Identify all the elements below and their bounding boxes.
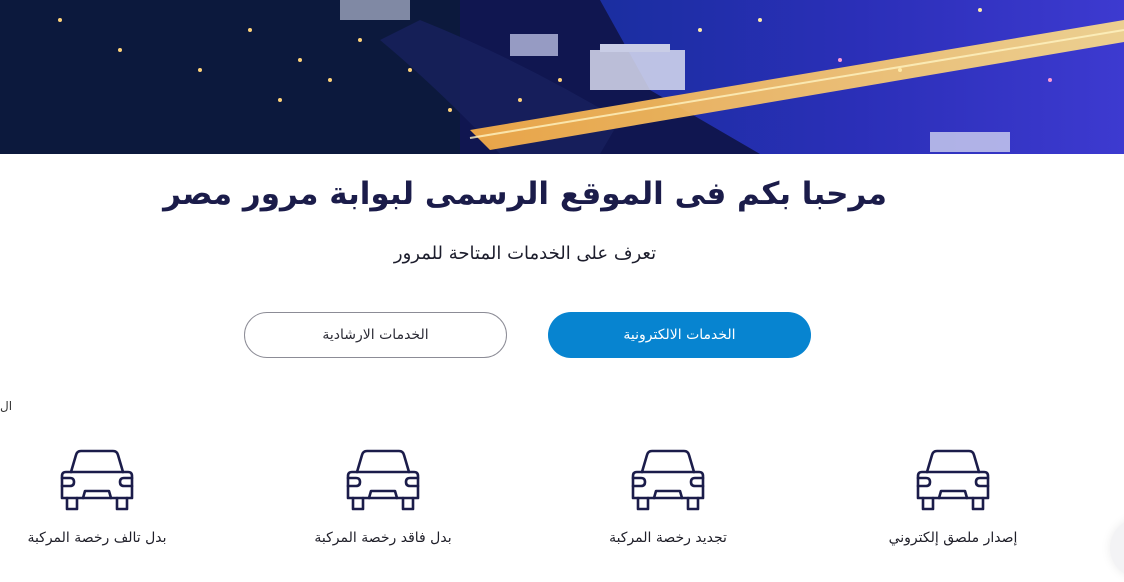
service-label: بدل فاقد رخصة المركبة (314, 530, 452, 546)
service-label: بدل تالف رخصة المركبة (27, 530, 167, 546)
tab-electronic-services[interactable]: الخدمات الالكترونية (548, 312, 811, 358)
car-icon (631, 449, 705, 511)
service-card-renew-vehicle-license[interactable]: تجديد رخصة المركبة (558, 448, 778, 560)
chat-widget-button[interactable] (1110, 518, 1124, 578)
car-icon (916, 449, 990, 511)
service-card-lost-vehicle-license[interactable]: بدل فاقد رخصة المركبة (273, 448, 493, 560)
service-card-electronic-sticker[interactable]: إصدار ملصق إلكتروني (843, 448, 1063, 560)
car-icon (60, 449, 134, 511)
hero-banner-image (0, 0, 1124, 154)
tab-guidance-services[interactable]: الخدمات الارشادية (244, 312, 507, 358)
page-subtitle: تعرف على الخدمات المتاحة للمرور (393, 243, 657, 264)
page-title: مرحبا بكم فى الموقع الرسمى لبوابة مرور م… (163, 176, 887, 212)
service-card-damaged-vehicle-license[interactable]: بدل تالف رخصة المركبة (0, 448, 207, 560)
cut-off-text: ال (0, 399, 13, 413)
service-label: إصدار ملصق إلكتروني (888, 530, 1018, 546)
car-icon (346, 449, 420, 511)
service-label: تجديد رخصة المركبة (609, 530, 727, 546)
